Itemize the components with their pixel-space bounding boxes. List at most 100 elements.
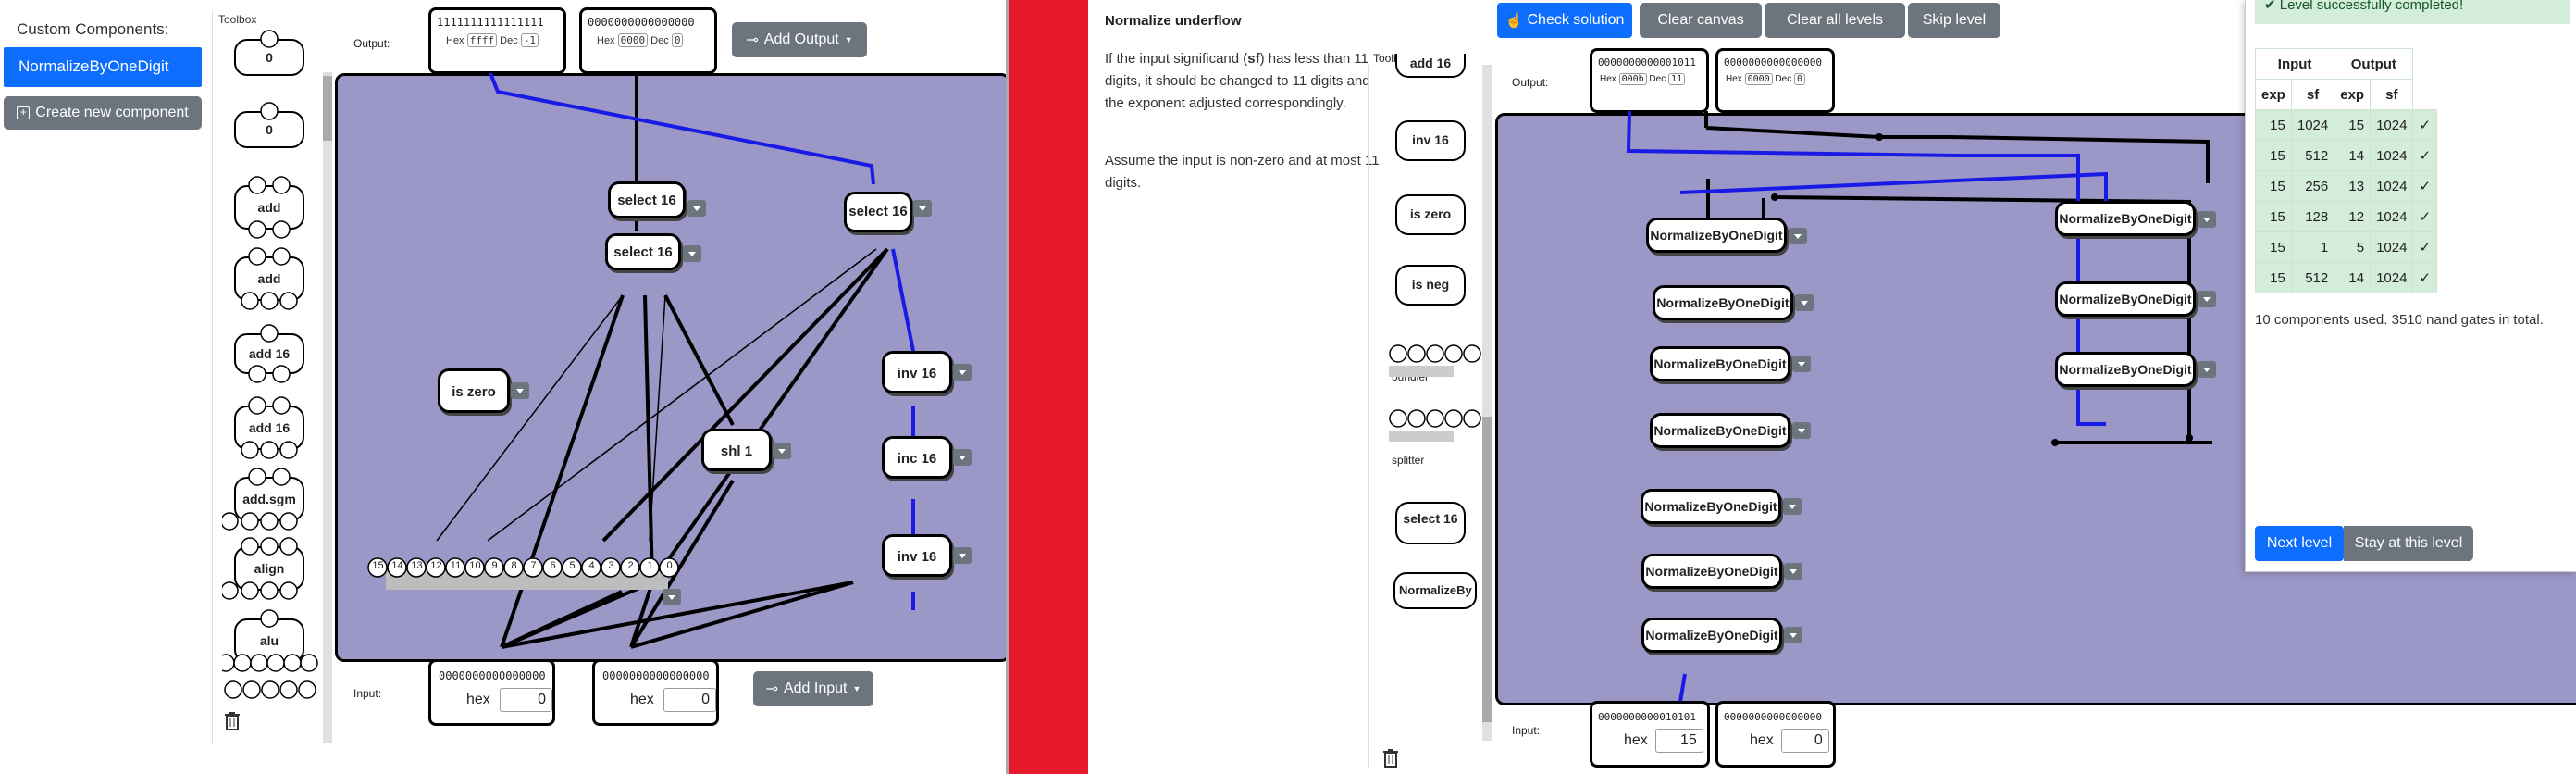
- toolbox-item-inv16[interactable]: inv 16: [1395, 120, 1466, 161]
- bit-label: 14: [391, 560, 403, 571]
- check-solution-button[interactable]: ☝ Check solution: [1497, 3, 1632, 38]
- component-normalize-10[interactable]: NormalizeByOneDigit: [2055, 352, 2196, 387]
- table-row: 15 128 12 1024 ✓: [2255, 201, 2438, 232]
- trash-icon[interactable]: [1382, 748, 1399, 768]
- input-box-sf[interactable]: 0000000000000000 hex 0: [1715, 701, 1836, 768]
- component-menu-dropdown[interactable]: [687, 200, 706, 217]
- col-header: sf: [2370, 79, 2414, 110]
- component-normalize-5[interactable]: NormalizeByOneDigit: [1641, 489, 1781, 524]
- trash-icon[interactable]: [224, 711, 241, 731]
- cell: 1024: [2370, 231, 2414, 263]
- toolbox-scrollbar[interactable]: [323, 72, 332, 743]
- component-normalize-7[interactable]: NormalizeByOneDigit: [1641, 618, 1782, 653]
- bit-label: 10: [469, 560, 481, 571]
- component-menu-dropdown[interactable]: [1784, 627, 1802, 643]
- component-menu-dropdown[interactable]: [1789, 228, 1807, 244]
- component-menu-dropdown[interactable]: [913, 200, 932, 217]
- input-box-2[interactable]: 0000000000000000 hex 0: [592, 659, 719, 726]
- cell: 1024: [2290, 109, 2335, 141]
- clear-all-levels-button[interactable]: Clear all levels: [1765, 3, 1905, 38]
- input-exp-hex-field[interactable]: 15: [1654, 729, 1703, 753]
- toolbox-item-splitter[interactable]: splitter: [1392, 454, 1424, 467]
- table-row: 15 1 5 1024 ✓: [2255, 231, 2438, 263]
- output-sf-hex: 0000: [1744, 73, 1773, 85]
- check-mark: ✓: [2412, 201, 2438, 232]
- check-solution-label: Check solution: [1527, 12, 1625, 28]
- head-output: Output: [2334, 48, 2414, 80]
- input-box-1[interactable]: 0000000000000000 hex 0: [428, 659, 555, 726]
- output-box-2[interactable]: 0000000000000000 Hex 0000 Dec 0: [579, 7, 717, 74]
- component-menu-dropdown[interactable]: [1792, 356, 1811, 372]
- toolbox-item-normalizebyonedigit[interactable]: NormalizeBy: [1393, 572, 1477, 609]
- splitter-menu-dropdown[interactable]: [663, 589, 681, 605]
- component-menu-dropdown[interactable]: [773, 443, 791, 459]
- component-normalize-1[interactable]: NormalizeByOneDigit: [1646, 218, 1787, 253]
- component-select16-mid[interactable]: select 16: [605, 233, 681, 270]
- component-select16-topright[interactable]: select 16: [844, 192, 912, 232]
- component-menu-dropdown[interactable]: [953, 364, 972, 381]
- component-menu-dropdown[interactable]: [953, 449, 972, 466]
- bit-label: 5: [569, 560, 576, 571]
- sidebar-item-normalizebyonedigit[interactable]: NormalizeByOneDigit: [4, 47, 202, 87]
- component-normalize-2[interactable]: NormalizeByOneDigit: [1653, 285, 1793, 320]
- component-inv16-a[interactable]: inv 16: [882, 351, 952, 393]
- toolbox-item-add16[interactable]: add 16: [1395, 54, 1466, 78]
- component-normalize-4[interactable]: NormalizeByOneDigit: [1650, 413, 1790, 448]
- component-inc16[interactable]: inc 16: [882, 436, 952, 479]
- scroll-thumb[interactable]: [1482, 417, 1492, 722]
- table-row: 15 256 13 1024 ✓: [2255, 170, 2438, 202]
- skip-level-button[interactable]: Skip level: [1908, 3, 2000, 38]
- scroll-thumb[interactable]: [323, 76, 332, 141]
- cell: 1024: [2370, 201, 2414, 232]
- col-header: exp: [2334, 79, 2372, 110]
- toolbox-item-is-zero[interactable]: is zero: [1395, 194, 1466, 235]
- component-inv16-b[interactable]: inv 16: [882, 534, 952, 577]
- component-menu-dropdown[interactable]: [953, 547, 972, 564]
- component-normalize-3[interactable]: NormalizeByOneDigit: [1650, 346, 1790, 381]
- component-menu-dropdown[interactable]: [2198, 361, 2216, 378]
- right-pane: Normalize underflow If the input signifi…: [1088, 0, 2576, 774]
- clear-canvas-button[interactable]: Clear canvas: [1640, 3, 1762, 38]
- toolbox-bundler-pins: [1389, 344, 1481, 442]
- component-menu-dropdown[interactable]: [1792, 422, 1811, 439]
- component-select16-right[interactable]: select 16: [608, 181, 686, 218]
- check-mark: ✓: [2412, 231, 2438, 263]
- component-menu-dropdown[interactable]: [1795, 294, 1814, 311]
- add-input-button[interactable]: ⊸ Add Input ▼: [753, 671, 873, 706]
- input-sf-hex-field[interactable]: 0: [1780, 729, 1829, 753]
- table-row: 15 512 14 1024 ✓: [2255, 140, 2438, 171]
- toolbox-item-is-neg[interactable]: is neg: [1395, 265, 1466, 306]
- cell: 15: [2255, 140, 2292, 171]
- cell: 128: [2290, 201, 2335, 232]
- create-component-button[interactable]: + Create new component: [4, 96, 202, 130]
- add-output-button[interactable]: ⊸ Add Output ▼: [732, 22, 867, 57]
- cell: 13: [2334, 170, 2372, 202]
- component-shl1[interactable]: shl 1: [701, 429, 772, 471]
- component-menu-dropdown[interactable]: [2198, 291, 2216, 307]
- component-normalize-6[interactable]: NormalizeByOneDigit: [1641, 554, 1782, 589]
- cell: 14: [2334, 140, 2372, 171]
- component-is-zero[interactable]: is zero: [438, 368, 510, 413]
- cell: 1024: [2370, 170, 2414, 202]
- next-level-button[interactable]: Next level: [2255, 526, 2344, 561]
- component-normalize-8[interactable]: NormalizeByOneDigit: [2055, 201, 2196, 236]
- input-box-exp[interactable]: 0000000000010101 hex 15: [1590, 701, 1710, 768]
- plug-icon: ⊸: [746, 32, 759, 48]
- bit-label: 0: [666, 560, 673, 571]
- output-box-1[interactable]: 1111111111111111 Hex ffff Dec -1: [428, 7, 566, 74]
- component-menu-dropdown[interactable]: [1783, 498, 1802, 515]
- output-1-bits: 1111111111111111: [437, 16, 544, 29]
- component-menu-dropdown[interactable]: [2198, 211, 2216, 228]
- cell: 1024: [2370, 109, 2414, 141]
- input-2-hex-field[interactable]: 0: [663, 688, 716, 712]
- table-row: 15 1024 15 1024 ✓: [2255, 109, 2438, 141]
- left-pane: Custom Components: NormalizeByOneDigit +…: [0, 0, 1010, 774]
- component-menu-dropdown[interactable]: [683, 245, 701, 262]
- component-normalize-9[interactable]: NormalizeByOneDigit: [2055, 281, 2196, 317]
- stay-level-button[interactable]: Stay at this level: [2344, 526, 2473, 561]
- toolbox-item-select16[interactable]: select 16: [1395, 502, 1466, 544]
- components-summary: 10 components used. 3510 nand gates in t…: [2255, 312, 2544, 328]
- component-menu-dropdown[interactable]: [511, 382, 529, 399]
- input-1-hex-field[interactable]: 0: [499, 688, 552, 712]
- component-menu-dropdown[interactable]: [1784, 563, 1802, 580]
